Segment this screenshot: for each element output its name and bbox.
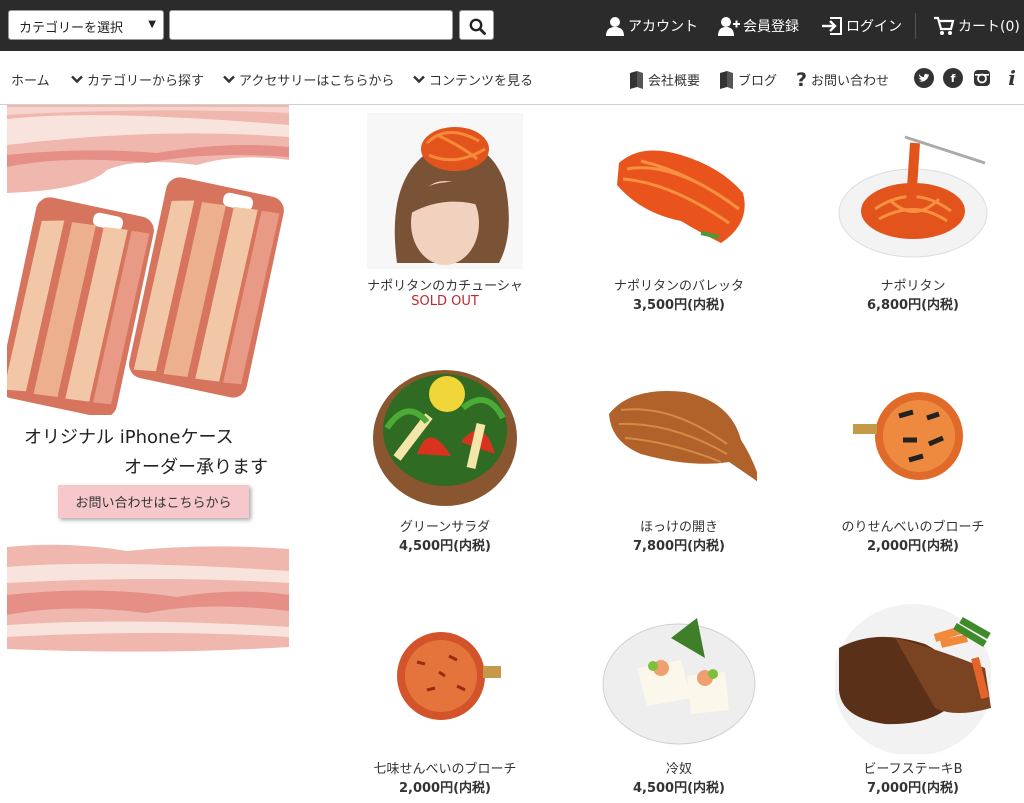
product-image (367, 113, 523, 269)
contact-button[interactable]: お問い合わせはこちらから (58, 485, 249, 518)
product-image (835, 113, 991, 269)
nav-accessories-label: アクセサリーはこちらから (239, 74, 395, 89)
product-price: 2,000円(内税) (398, 781, 491, 796)
product-card[interactable]: ほっけの開き 7,800円(内税) (584, 358, 774, 558)
search-icon (469, 18, 486, 35)
sold-out-badge: SOLD OUT (411, 294, 479, 309)
nav-accessories[interactable]: アクセサリーはこちらから (223, 70, 394, 89)
product-card[interactable]: グリーンサラダ 4,500円(内税) (350, 358, 540, 558)
promo-title-line2: オーダー承ります (124, 457, 268, 478)
product-price: 7,000円(内税) (866, 781, 959, 796)
top-bar: カテゴリーを選択 ▼ アカウント 会員登録 ログイン カート(0) (0, 0, 1024, 51)
product-name[interactable]: 冷奴 (584, 758, 774, 777)
nav-blog-label: ブログ (738, 74, 778, 89)
chevron-down-icon (71, 75, 83, 84)
cart-label: カート(0) (958, 19, 1020, 35)
product-price: 2,000円(内税) (866, 539, 959, 554)
cart-link[interactable]: カート(0) (933, 15, 1020, 37)
nav-home-label: ホーム (11, 74, 50, 89)
product-name[interactable]: 七味せんべいのブローチ (350, 758, 540, 777)
book-icon (720, 70, 733, 89)
product-card[interactable]: ナポリタンのカチューシャ SOLD OUT (350, 113, 540, 313)
product-name[interactable]: ほっけの開き (584, 516, 774, 535)
user-icon (606, 17, 624, 36)
product-image (601, 598, 757, 754)
register-label: 会員登録 (743, 19, 799, 35)
chevron-down-icon (223, 75, 235, 84)
promo-title-line1: オリジナル iPhoneケース (24, 427, 234, 448)
twitter-icon[interactable] (914, 68, 934, 88)
account-label: アカウント (628, 19, 698, 35)
register-link[interactable]: 会員登録 (718, 15, 799, 37)
search-button[interactable] (459, 10, 494, 40)
iphone-case-image (7, 177, 284, 415)
product-card[interactable]: ナポリタンのバレッタ 3,500円(内税) (584, 113, 774, 313)
bacon-image-bottom (7, 537, 289, 657)
product-name[interactable]: ナポリタンのカチューシャ (350, 275, 540, 294)
category-select[interactable]: カテゴリーを選択 ▼ (8, 10, 164, 40)
product-card[interactable]: ビーフステーキB 7,000円(内税) (818, 598, 1008, 798)
nav-contact-label: お問い合わせ (811, 74, 890, 89)
product-image (835, 358, 991, 514)
product-price: 7,800円(内税) (632, 539, 725, 554)
login-link[interactable]: ログイン (821, 15, 902, 37)
nav-contact[interactable]: ? お問い合わせ (796, 70, 889, 89)
search-input[interactable] (169, 10, 453, 40)
nav-company-label: 会社概要 (648, 74, 701, 89)
product-image (601, 113, 757, 269)
iphone-case-promo[interactable]: オリジナル iPhoneケース オーダー承ります お問い合わせはこちらから (7, 105, 289, 657)
product-card[interactable]: 七味せんべいのブローチ 2,000円(内税) (350, 598, 540, 798)
product-price: 4,500円(内税) (632, 781, 725, 796)
product-card[interactable]: ナポリタン 6,800円(内税) (818, 113, 1008, 313)
product-card[interactable]: 冷奴 4,500円(内税) (584, 598, 774, 798)
nav-by-category-label: カテゴリーから探す (87, 74, 205, 89)
nav-home[interactable]: ホーム (11, 70, 50, 89)
instagram-icon[interactable] (972, 68, 992, 88)
nav-bar: ホーム カテゴリーから探す アクセサリーはこちらから コンテンツを見る 会社概要… (0, 51, 1024, 105)
product-card[interactable]: のりせんべいのブローチ 2,000円(内税) (818, 358, 1008, 558)
facebook-icon[interactable]: f (943, 68, 963, 88)
product-image (367, 598, 523, 754)
product-name[interactable]: ナポリタン (818, 275, 1008, 294)
product-name[interactable]: のりせんべいのブローチ (818, 516, 1008, 535)
nav-blog[interactable]: ブログ (719, 70, 777, 89)
login-icon (822, 17, 842, 35)
login-label: ログイン (846, 19, 902, 35)
category-select-label: カテゴリーを選択 (19, 21, 124, 36)
product-price: 6,800円(内税) (866, 298, 959, 313)
divider (915, 13, 916, 39)
nav-contents-label: コンテンツを見る (429, 74, 534, 89)
product-price: 4,500円(内税) (398, 539, 491, 554)
cart-icon (934, 16, 955, 35)
product-image (835, 598, 991, 754)
add-user-icon (718, 17, 740, 36)
product-name[interactable]: ナポリタンのバレッタ (584, 275, 774, 294)
question-icon: ? (796, 68, 808, 91)
account-link[interactable]: アカウント (605, 15, 698, 37)
product-name[interactable]: ビーフステーキB (818, 758, 1008, 777)
nav-contents[interactable]: コンテンツを見る (413, 70, 533, 89)
product-price: 3,500円(内税) (632, 298, 725, 313)
book-icon (630, 70, 643, 89)
info-icon[interactable]: i (1002, 66, 1022, 90)
nav-by-category[interactable]: カテゴリーから探す (71, 70, 204, 89)
chevron-down-icon (413, 75, 425, 84)
product-image (601, 358, 757, 514)
product-image (367, 358, 523, 514)
dropdown-arrow-icon: ▼ (148, 19, 156, 30)
nav-company[interactable]: 会社概要 (629, 70, 700, 89)
product-name[interactable]: グリーンサラダ (350, 516, 540, 535)
